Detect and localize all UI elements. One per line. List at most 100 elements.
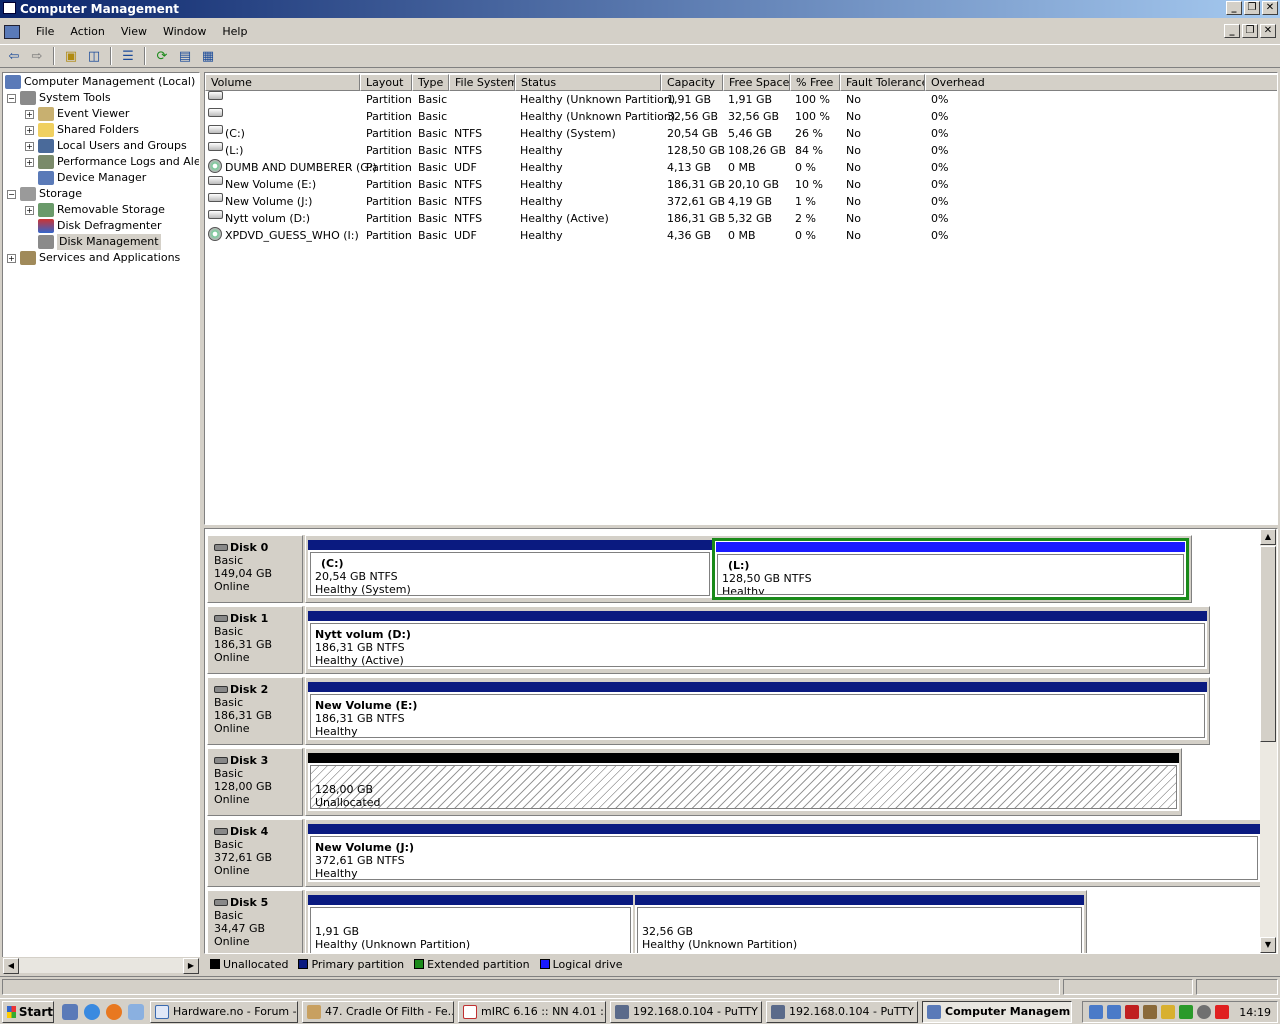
forward-icon[interactable]: ⇨ — [27, 46, 47, 66]
taskbar-item[interactable]: 47. Cradle Of Filth - Fe... — [302, 1000, 454, 1023]
shield-icon[interactable] — [1125, 1005, 1140, 1019]
menu-action[interactable]: Action — [62, 22, 112, 42]
tray-icon[interactable] — [1143, 1005, 1158, 1019]
collapse-icon[interactable]: − — [7, 93, 16, 103]
column-header-file-system[interactable]: File System — [449, 74, 515, 91]
partition-unknown-2[interactable]: 32,56 GB Healthy (Unknown Partition) — [635, 895, 1084, 953]
table-row[interactable]: New Volume (J:) Partition Basic NTFS Healthy… — [205, 193, 1275, 210]
partition-unknown-1[interactable]: 1,91 GB Healthy (Unknown Partition) — [308, 895, 633, 953]
partition-l[interactable]: (L:) 128,50 GB NTFS Healthy — [712, 538, 1189, 600]
mdi-minimize-button[interactable]: _ — [1224, 24, 1240, 38]
expand-icon[interactable]: + — [25, 157, 34, 167]
partition-j[interactable]: New Volume (J:) 372,61 GB NTFS Healthy — [308, 824, 1260, 882]
partition-d[interactable]: Nytt volum (D:) 186,31 GB NTFS Healthy (… — [308, 611, 1207, 669]
disk-info[interactable]: Disk 3 Basic 128,00 GB Online — [207, 748, 303, 816]
firefox-icon[interactable] — [106, 1003, 122, 1020]
column-header-volume[interactable]: Volume — [205, 74, 360, 91]
mdi-restore-button[interactable]: ❐ — [1242, 24, 1258, 38]
table-row[interactable]: New Volume (E:) Partition Basic NTFS Healthy… — [205, 176, 1275, 193]
refresh-icon[interactable]: ⟳ — [152, 46, 172, 66]
tree-item-device-manager[interactable]: Device Manager — [38, 170, 146, 186]
graph-vertical-scrollbar[interactable]: ▲ ▼ — [1260, 529, 1277, 953]
table-row[interactable]: Nytt volum (D:) Partition Basic NTFS Healthy… — [205, 210, 1275, 227]
tree-item-performance-logs[interactable]: + Performance Logs and Alerts — [25, 154, 199, 170]
expand-icon[interactable]: + — [7, 253, 16, 263]
column-header-type[interactable]: Type — [412, 74, 449, 91]
column-header-layout[interactable]: Layout — [360, 74, 412, 91]
close-button[interactable]: ✕ — [1262, 1, 1278, 15]
scroll-up-icon[interactable]: ▲ — [1260, 529, 1276, 545]
table-row[interactable]: Partition Basic Healthy (Unknown Partition… — [205, 108, 1275, 125]
menu-file[interactable]: File — [28, 22, 62, 42]
back-icon[interactable]: ⇦ — [4, 46, 24, 66]
tree-item-removable-storage[interactable]: + Removable Storage — [25, 202, 165, 218]
partition-unallocated[interactable]: 128,00 GB Unallocated — [308, 753, 1179, 811]
network-icon[interactable] — [1089, 1005, 1104, 1019]
partition-e[interactable]: New Volume (E:) 186,31 GB NTFS Healthy — [308, 682, 1207, 740]
menu-window[interactable]: Window — [155, 22, 214, 42]
tray-icon[interactable] — [1161, 1005, 1176, 1019]
disk-info[interactable]: Disk 0 Basic 149,04 GB Online — [207, 535, 303, 603]
show-hide-tree-icon[interactable]: ◫ — [84, 46, 104, 66]
title-bar[interactable]: Computer Management _ ❐ ✕ — [0, 0, 1280, 18]
up-down-icon[interactable] — [1179, 1005, 1194, 1019]
partition-c[interactable]: (C:) 20,54 GB NTFS Healthy (System) — [308, 540, 712, 598]
tree-horizontal-scrollbar[interactable]: ◀ ▶ — [2, 957, 200, 974]
taskbar-item-active[interactable]: Computer Managem... — [922, 1000, 1072, 1023]
help-icon[interactable]: ▦ — [198, 46, 218, 66]
quick-launch-icon[interactable] — [128, 1003, 144, 1020]
tree-item-root[interactable]: Computer Management (Local) — [5, 74, 195, 90]
disk-info[interactable]: Disk 2 Basic 186,31 GB Online — [207, 677, 303, 745]
table-row[interactable]: DUMB AND DUMBERER (G:) Partition Basic UDF H… — [205, 159, 1275, 176]
up-folder-icon[interactable]: ▣ — [61, 46, 81, 66]
taskbar-item[interactable]: Hardware.no - Forum -... — [150, 1000, 298, 1023]
tree-item-services-apps[interactable]: + Services and Applications — [7, 250, 180, 266]
mdi-close-button[interactable]: ✕ — [1260, 24, 1276, 38]
start-button[interactable]: Start — [2, 1000, 54, 1023]
column-header-pct-free[interactable]: % Free — [790, 74, 840, 91]
properties-icon[interactable]: ☰ — [118, 46, 138, 66]
tree-item-disk-management[interactable]: Disk Management — [38, 234, 161, 250]
taskbar-item[interactable]: 192.168.0.104 - PuTTY — [610, 1000, 762, 1023]
scroll-down-icon[interactable]: ▼ — [1260, 937, 1276, 953]
disk-info[interactable]: Disk 1 Basic 186,31 GB Online — [207, 606, 303, 674]
column-header-fault-tolerance[interactable]: Fault Tolerance — [840, 74, 925, 91]
menu-help[interactable]: Help — [214, 22, 255, 42]
disk-info[interactable]: Disk 4 Basic 372,61 GB Online — [207, 819, 303, 887]
disk-info[interactable]: Disk 5 Basic 34,47 GB Online — [207, 890, 303, 953]
column-header-capacity[interactable]: Capacity — [661, 74, 723, 91]
table-row[interactable]: (L:) Partition Basic NTFS Healthy 128,50 GB 10… — [205, 142, 1275, 159]
mmc-system-icon[interactable] — [4, 25, 20, 39]
volume-icon[interactable] — [1197, 1005, 1212, 1019]
minimize-button[interactable]: _ — [1226, 1, 1242, 15]
column-header-free-space[interactable]: Free Space — [723, 74, 790, 91]
scroll-right-icon[interactable]: ▶ — [183, 958, 199, 974]
restore-button[interactable]: ❐ — [1244, 1, 1260, 15]
expand-icon[interactable]: + — [25, 205, 34, 215]
collapse-icon[interactable]: − — [7, 189, 16, 199]
taskbar-item[interactable]: mIRC 6.16 :: NN 4.01 :... — [458, 1000, 606, 1023]
export-list-icon[interactable]: ▤ — [175, 46, 195, 66]
scroll-left-icon[interactable]: ◀ — [3, 958, 19, 974]
table-row[interactable]: XPDVD_GUESS_WHO (I:) Partition Basic UDF Hea… — [205, 227, 1275, 244]
network-icon[interactable] — [1107, 1005, 1122, 1019]
scroll-thumb[interactable] — [1260, 546, 1276, 742]
table-row[interactable]: Partition Basic Healthy (Unknown Partition… — [205, 91, 1275, 108]
tree-item-local-users[interactable]: + Local Users and Groups — [25, 138, 187, 154]
expand-icon[interactable]: + — [25, 125, 34, 135]
tray-icon[interactable] — [1215, 1005, 1230, 1019]
tree-item-system-tools[interactable]: − System Tools — [7, 90, 111, 106]
tree-item-storage[interactable]: − Storage — [7, 186, 82, 202]
tree-item-disk-defragmenter[interactable]: Disk Defragmenter — [38, 218, 162, 234]
expand-icon[interactable]: + — [25, 141, 34, 151]
taskbar-item[interactable]: 192.168.0.104 - PuTTY — [766, 1000, 918, 1023]
menu-view[interactable]: View — [113, 22, 155, 42]
quick-launch-icon[interactable] — [62, 1003, 78, 1020]
tree-item-shared-folders[interactable]: + Shared Folders — [25, 122, 139, 138]
tree-item-event-viewer[interactable]: + Event Viewer — [25, 106, 129, 122]
column-header-status[interactable]: Status — [515, 74, 661, 91]
expand-icon[interactable]: + — [25, 109, 34, 119]
ie-icon[interactable] — [84, 1003, 100, 1020]
table-row[interactable]: (C:) Partition Basic NTFS Healthy (System) 20… — [205, 125, 1275, 142]
column-header-overhead[interactable]: Overhead — [925, 74, 1277, 91]
